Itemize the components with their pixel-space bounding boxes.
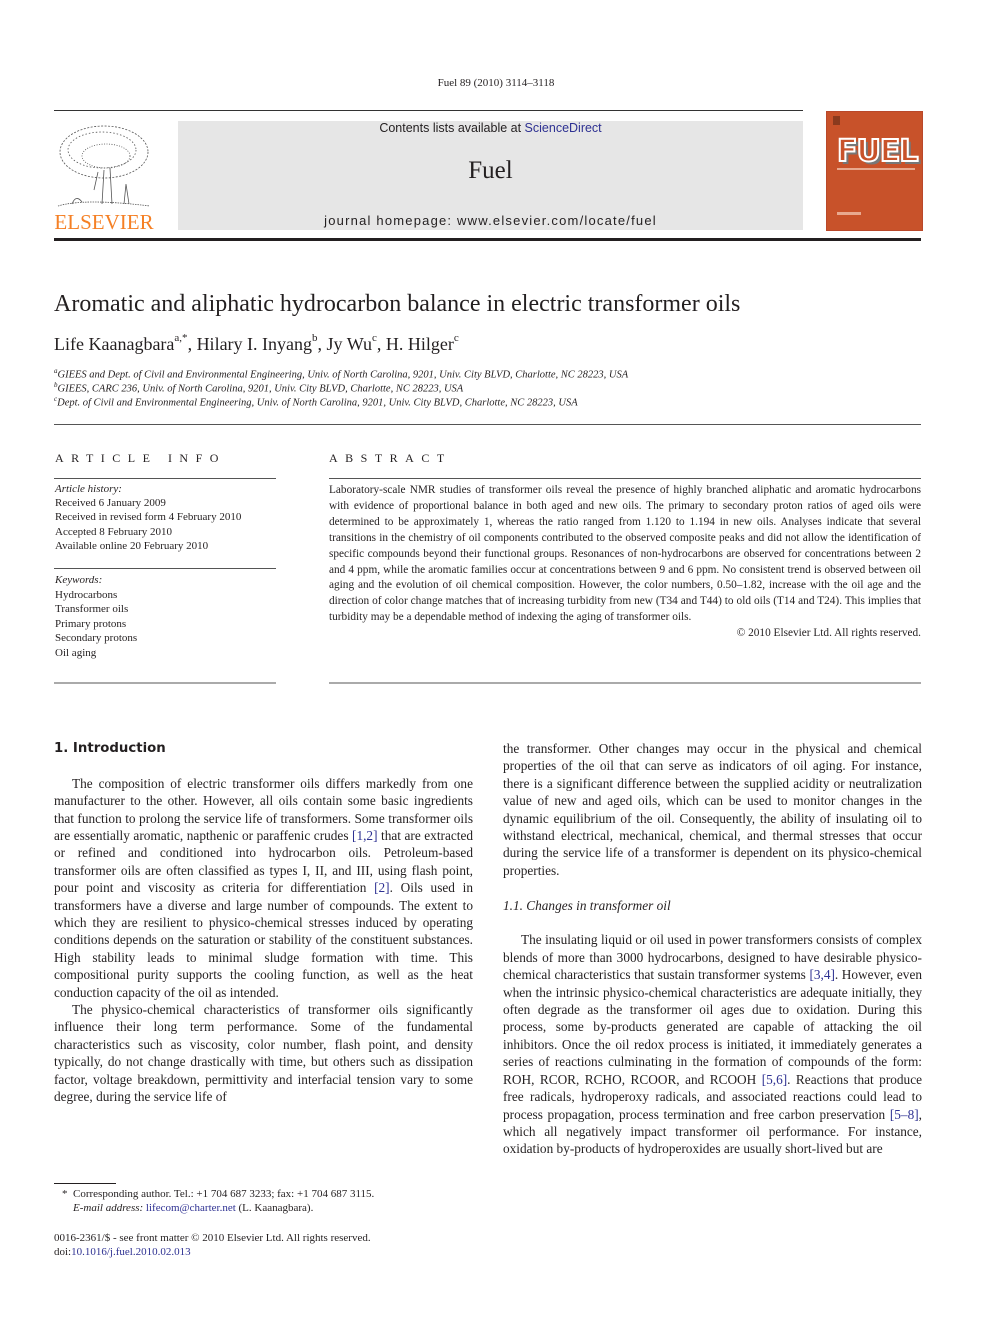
front-matter: 0016-2361/$ - see front matter © 2010 El…	[54, 1231, 371, 1259]
abstract-bottom-rule	[329, 682, 921, 684]
author-name: Jy Wu	[326, 334, 372, 354]
paragraph: The insulating liquid or oil used in pow…	[503, 931, 922, 1157]
keyword: Hydrocarbons	[55, 588, 118, 601]
keywords-rule	[54, 568, 276, 569]
journal-cover-image: FUEL	[826, 111, 923, 231]
author-list: Life Kaanagbaraa,*, Hilary I. Inyangb, J…	[54, 332, 459, 355]
citation-link[interactable]: [3,4]	[809, 967, 834, 982]
elsevier-logo-text: ELSEVIER	[54, 210, 154, 234]
affiliation-text: GIEES and Dept. of Civil and Environment…	[57, 369, 629, 381]
paragraph: The physico-chemical characteristics of …	[54, 1002, 473, 1105]
footnote-marker: *	[62, 1188, 68, 1200]
footnote-rule	[54, 1183, 116, 1184]
email-link[interactable]: lifecom@charter.net	[146, 1202, 236, 1214]
contents-line: Contents lists available at ScienceDirec…	[178, 121, 803, 135]
abstract-copyright: © 2010 Elsevier Ltd. All rights reserved…	[736, 627, 921, 640]
keyword: Oil aging	[55, 646, 97, 659]
author-name: H. Hilger	[385, 334, 454, 354]
article-info-rule	[54, 478, 276, 479]
citation-link[interactable]: [5,6]	[762, 1072, 787, 1087]
corresponding-author-text: Corresponding author. Tel.: +1 704 687 3…	[73, 1188, 375, 1200]
body-column-left: 1. Introduction The composition of elect…	[54, 740, 473, 1106]
cover-title: FUEL	[836, 133, 919, 170]
author-affiliation-marker[interactable]: c	[454, 332, 459, 344]
doi-prefix: doi:	[54, 1246, 72, 1258]
sciencedirect-link[interactable]: ScienceDirect	[525, 121, 602, 135]
paragraph-continued: the transformer. Other changes may occur…	[503, 741, 922, 878]
email-label: E-mail address:	[73, 1202, 144, 1214]
author-affiliation-marker[interactable]: b	[312, 332, 318, 344]
affiliation: bGIEES, CARC 236, Univ. of North Carolin…	[54, 381, 463, 395]
journal-title: Fuel	[468, 157, 513, 184]
subsection-heading: 1.1. Changes in transformer oil	[503, 897, 671, 913]
text-run: . Oils used in transformers have a diver…	[54, 880, 473, 1000]
abstract-rule	[329, 478, 921, 479]
separator: ,	[187, 334, 197, 354]
citation-link[interactable]: [1,2]	[352, 828, 377, 843]
separator: ,	[317, 334, 327, 354]
history-item: Received 6 January 2009	[55, 497, 166, 510]
history-item: Available online 20 February 2010	[55, 539, 209, 552]
author-name: Hilary I. Inyang	[196, 334, 313, 354]
running-head: Fuel 89 (2010) 3114–3118	[437, 77, 555, 89]
author-affiliation-marker[interactable]: c	[372, 332, 377, 344]
header-rule	[54, 238, 921, 241]
cover-publisher	[837, 212, 861, 215]
top-rule	[54, 110, 803, 111]
history-label: Article history:	[55, 483, 122, 495]
section-rule	[54, 424, 921, 425]
keywords-label: Keywords:	[55, 574, 103, 586]
article-info-bottom-rule	[54, 682, 276, 684]
abstract-heading: ABSTRACT	[329, 451, 452, 465]
separator: ,	[376, 334, 386, 354]
history-item: Accepted 8 February 2010	[55, 525, 172, 538]
body-column-right: the transformer. Other changes may occur…	[503, 740, 922, 1158]
section-heading: 1. Introduction	[54, 741, 166, 756]
keyword: Secondary protons	[55, 632, 138, 644]
affiliation-text: Dept. of Civil and Environmental Enginee…	[57, 397, 578, 409]
footnote: * Corresponding author. Tel.: +1 704 687…	[62, 1187, 374, 1215]
article-info-heading: ARTICLE INFO	[55, 451, 226, 465]
abstract: Laboratory-scale NMR studies of transfor…	[329, 483, 921, 642]
cover-publisher-mark	[833, 116, 840, 125]
keyword: Transformer oils	[55, 603, 129, 615]
journal-homepage-link[interactable]: journal homepage: www.elsevier.com/locat…	[178, 213, 803, 228]
cover-subtitle	[837, 168, 915, 170]
doi-link[interactable]: 10.1016/j.fuel.2010.02.013	[71, 1246, 190, 1258]
doi-line: doi:10.1016/j.fuel.2010.02.013	[54, 1245, 371, 1259]
citation-link[interactable]: [5–8]	[890, 1107, 919, 1122]
journal-banner: Contents lists available at ScienceDirec…	[178, 121, 803, 230]
affiliation: aGIEES and Dept. of Civil and Environmen…	[54, 367, 628, 381]
citation-link[interactable]: [2]	[374, 880, 390, 895]
history-item: Received in revised form 4 February 2010	[55, 511, 242, 524]
article-title: Aromatic and aliphatic hydrocarbon balan…	[54, 291, 741, 317]
corresponding-author-note: * Corresponding author. Tel.: +1 704 687…	[62, 1187, 374, 1201]
text-run: . However, even when the intrinsic physi…	[503, 967, 923, 1087]
author-affiliation-marker[interactable]: a,*	[174, 332, 187, 344]
email-suffix: (L. Kaanagbara).	[235, 1202, 314, 1214]
author-name: Life Kaanagbara	[54, 334, 175, 354]
email-line: E-mail address: lifecom@charter.net (L. …	[62, 1201, 374, 1215]
issn-line: 0016-2361/$ - see front matter © 2010 El…	[54, 1232, 371, 1244]
article-history: Article history: Received 6 January 2009…	[55, 482, 241, 553]
keywords: Keywords: Hydrocarbons Transformer oils …	[55, 573, 137, 660]
paragraph: The composition of electric transformer …	[54, 775, 473, 1001]
contents-prefix: Contents lists available at	[379, 121, 525, 135]
affiliation: cDept. of Civil and Environmental Engine…	[54, 395, 578, 409]
abstract-text: Laboratory-scale NMR studies of transfor…	[329, 484, 921, 624]
affiliation-text: GIEES, CARC 236, Univ. of North Carolina…	[57, 383, 464, 395]
keyword: Primary protons	[55, 617, 127, 630]
